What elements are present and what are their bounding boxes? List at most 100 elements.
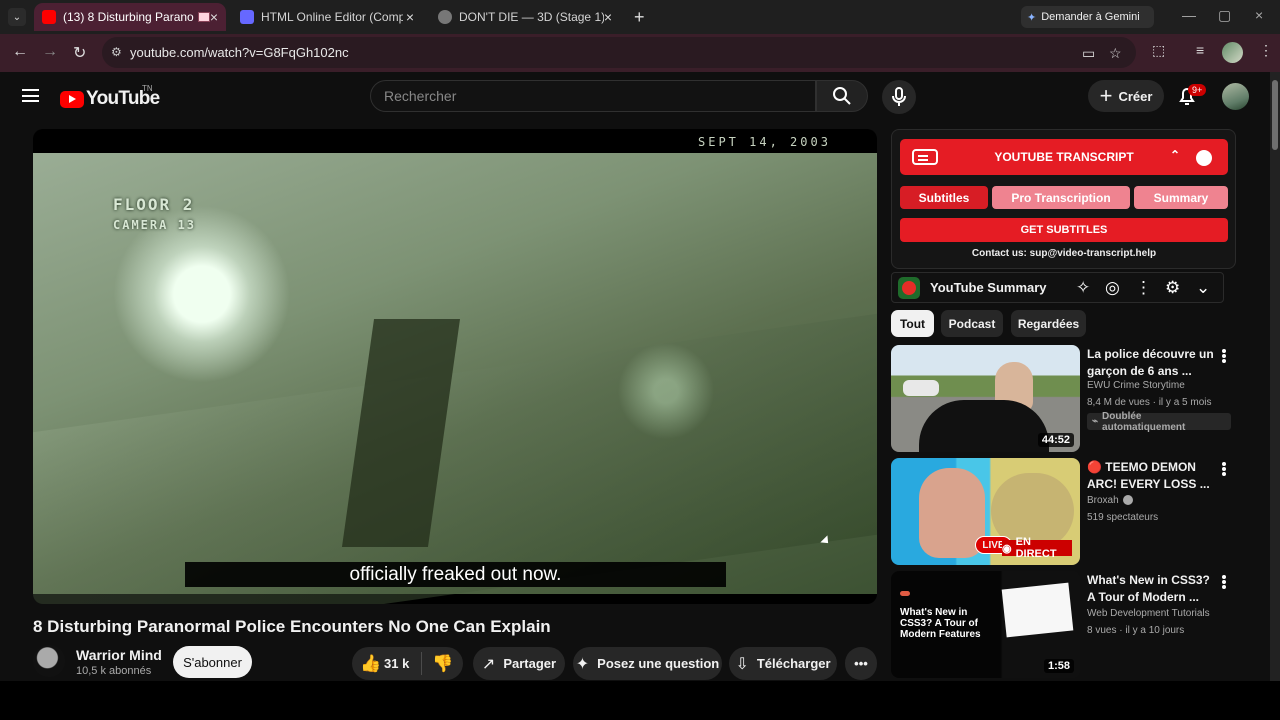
contact-link[interactable]: Contact us: sup@video-transcript.help — [900, 248, 1228, 259]
video-player[interactable]: SEPT 14, 2003 FLOOR 2 CAMERA 13 official… — [33, 129, 877, 604]
channel-name[interactable]: Warrior Mind — [76, 647, 162, 663]
back-button[interactable]: ← — [12, 43, 28, 61]
thumbnail-title: What's New in CSS3? A Tour of Modern Fea… — [900, 607, 981, 640]
video-thumbnail[interactable]: LIVE ◉ EN DIRECT — [891, 458, 1080, 565]
browser-tab-dont-die[interactable]: DON'T DIE — 3D (Stage 1) × — [430, 3, 620, 31]
recommended-channel-row[interactable]: Broxah — [1087, 495, 1133, 506]
reload-button[interactable]: ↻ — [73, 43, 86, 63]
maximize-window-icon[interactable]: ▢ — [1218, 7, 1231, 24]
country-code: TN — [142, 84, 153, 93]
live-badge-label: EN DIRECT — [1015, 536, 1057, 560]
tab-search-button[interactable]: ⌄ — [8, 8, 26, 26]
close-icon[interactable]: × — [604, 9, 612, 25]
menu-icon[interactable] — [22, 89, 39, 102]
filter-all-chip[interactable]: Tout — [891, 310, 934, 337]
forward-button[interactable]: → — [42, 43, 58, 61]
video-date-overlay: SEPT 14, 2003 — [698, 135, 831, 149]
video-duration: 44:52 — [1037, 433, 1074, 447]
video-thumbnail[interactable]: What's New in CSS3? A Tour of Modern Fea… — [891, 571, 1080, 678]
subtitles-tab[interactable]: Subtitles — [900, 186, 988, 209]
recommended-video-title[interactable]: What's New in CSS3? A Tour of Modern ... — [1087, 572, 1217, 606]
browser-tab-html-editor[interactable]: HTML Online Editor (Compiler, Interprete… — [232, 3, 422, 31]
minimize-window-icon[interactable]: — — [1182, 7, 1196, 23]
thumbnail-brand-mark — [900, 591, 910, 596]
subscribe-button[interactable]: S'abonner — [173, 646, 252, 678]
download-button[interactable]: ⇩ Télécharger — [729, 647, 837, 680]
recommended-channel[interactable]: Web Development Tutorials — [1087, 608, 1210, 619]
media-controls-icon[interactable]: ≡ — [1196, 42, 1204, 58]
transcript-title: YOUTUBE TRANSCRIPT — [994, 150, 1134, 164]
get-subtitles-button[interactable]: GET SUBTITLES — [900, 218, 1228, 242]
close-icon[interactable]: × — [406, 9, 414, 25]
browser-profile-avatar[interactable] — [1222, 42, 1243, 63]
like-dislike-control: 👍 31 k 👎 — [352, 647, 463, 680]
taskbar — [0, 681, 1280, 720]
install-icon[interactable]: ▭ — [1082, 45, 1095, 62]
address-bar[interactable]: ⚙ youtube.com/watch?v=G8FqGh102nc ▭ ☆ — [102, 37, 1136, 68]
transcript-header[interactable]: YOUTUBE TRANSCRIPT ⌃ — [900, 139, 1228, 175]
dubbed-icon: ⌁ — [1092, 416, 1099, 427]
video-thumbnail[interactable]: 44:52 — [891, 345, 1080, 452]
recommended-meta: 519 spectateurs — [1087, 512, 1159, 523]
download-icon: ⇩ — [735, 655, 749, 673]
night-vision-video-frame: FLOOR 2 CAMERA 13 officially freaked out… — [33, 153, 877, 604]
recommended-video-title[interactable]: 🔴 TEEMO DEMON ARC! EVERY LOSS ... — [1087, 459, 1217, 493]
recommended-video-card[interactable]: LIVE ◉ EN DIRECT 🔴 TEEMO DEMON ARC! EVERY… — [891, 458, 1231, 565]
user-icon[interactable] — [1196, 150, 1212, 166]
new-tab-button[interactable]: + — [634, 7, 645, 28]
voice-search-button[interactable] — [882, 80, 916, 114]
filter-watched-chip[interactable]: Regardées — [1011, 310, 1086, 337]
ask-question-button[interactable]: ✦ Posez une question — [573, 647, 722, 680]
pro-transcription-tab[interactable]: Pro Transcription — [992, 186, 1130, 209]
camera-overlay: FLOOR 2 CAMERA 13 — [113, 195, 196, 235]
gemini-button[interactable]: ✦ Demander à Gemini — [1021, 6, 1154, 28]
glasses-icon[interactable]: ◎ — [1105, 278, 1120, 298]
recommended-video-card[interactable]: 44:52 La police découvre un garçon de 6 … — [891, 345, 1231, 452]
recommendation-menu-icon[interactable] — [1222, 462, 1226, 466]
chevron-down-icon[interactable]: ⌄ — [1196, 278, 1210, 298]
youtube-favicon — [42, 10, 56, 24]
more-actions-button[interactable]: ••• — [845, 647, 877, 680]
like-icon[interactable]: 👍 — [360, 654, 381, 674]
video-caption: officially freaked out now. — [185, 562, 726, 587]
browser-tab-youtube[interactable]: (13) 8 Disturbing Paranormal Police Enco… — [34, 3, 226, 31]
collapse-chevron-icon[interactable]: ⌃ — [1170, 148, 1180, 162]
settings-icon[interactable]: ⚙ — [1165, 278, 1180, 298]
search-input[interactable]: Rechercher — [370, 80, 816, 112]
recommendation-menu-icon[interactable] — [1222, 349, 1226, 353]
ai-sparkle-icon[interactable]: ✧ — [1076, 278, 1090, 298]
close-icon[interactable]: × — [210, 9, 218, 25]
browser-toolbar: ← → ↻ ⚙ youtube.com/watch?v=G8FqGh102nc … — [0, 34, 1280, 72]
sparkle-icon: ✦ — [575, 655, 590, 673]
create-label: Créer — [1118, 88, 1153, 104]
like-count[interactable]: 31 k — [384, 656, 409, 671]
url-text: youtube.com/watch?v=G8FqGh102nc — [130, 45, 349, 60]
recommended-video-title[interactable]: La police découvre un garçon de 6 ans ..… — [1087, 346, 1217, 380]
account-avatar[interactable] — [1222, 83, 1249, 110]
close-window-icon[interactable]: × — [1255, 7, 1263, 23]
subscriber-count: 10,5 k abonnés — [76, 665, 152, 677]
recommendation-menu-icon[interactable] — [1222, 575, 1226, 579]
hallway-wall — [33, 313, 877, 604]
page-scrollbar[interactable] — [1270, 72, 1280, 681]
extensions-icon[interactable]: ⬚ — [1152, 42, 1165, 59]
ask-question-label: Posez une question — [597, 656, 720, 671]
search-button[interactable] — [816, 80, 868, 112]
notification-badge: 9+ — [1188, 84, 1207, 96]
summary-tab[interactable]: Summary — [1134, 186, 1228, 209]
share-button[interactable]: ↗ Partager — [473, 647, 565, 680]
filter-podcast-chip[interactable]: Podcast — [941, 310, 1003, 337]
like-divider — [421, 652, 422, 675]
channel-avatar[interactable] — [33, 645, 65, 677]
dislike-icon[interactable]: 👎 — [432, 654, 453, 674]
browser-menu-icon[interactable]: ⋮ — [1259, 42, 1273, 59]
share-label: Partager — [503, 656, 557, 671]
bookmark-star-icon[interactable]: ☆ — [1109, 45, 1122, 62]
audio-icon[interactable]: ⋮ — [1135, 278, 1152, 298]
create-button[interactable]: + Créer — [1088, 80, 1164, 112]
recommended-channel[interactable]: Broxah — [1087, 495, 1119, 506]
site-info-icon[interactable]: ⚙ — [111, 45, 122, 59]
recommended-channel[interactable]: EWU Crime Storytime — [1087, 380, 1185, 391]
recommended-video-card[interactable]: What's New in CSS3? A Tour of Modern Fea… — [891, 571, 1231, 678]
scrollbar-thumb[interactable] — [1272, 80, 1278, 150]
